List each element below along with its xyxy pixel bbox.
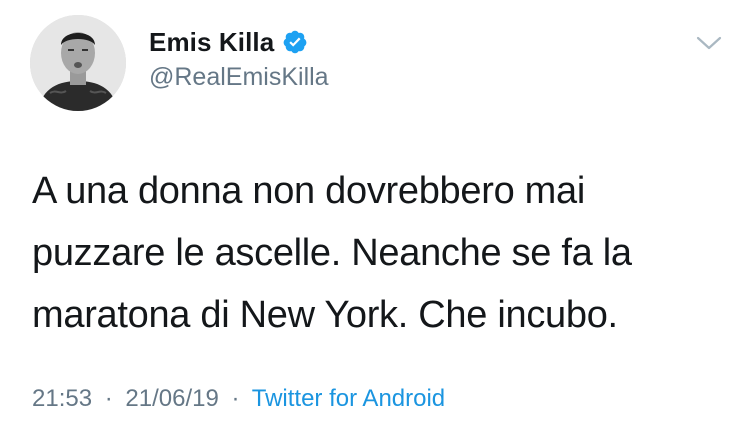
tweet-date[interactable]: 21/06/19 xyxy=(125,385,218,412)
tweet-line: maratona di New York. Che incubo. xyxy=(32,294,618,336)
tweet-time[interactable]: 21:53 xyxy=(32,385,92,412)
verified-badge-icon xyxy=(282,29,308,55)
tweet-source-link[interactable]: Twitter for Android xyxy=(252,385,445,412)
meta-separator: · xyxy=(231,385,240,412)
user-handle[interactable]: @RealEmisKilla xyxy=(149,63,329,92)
tweet-line: puzzare le ascelle. Neanche se fa la xyxy=(32,232,632,274)
avatar[interactable] xyxy=(30,15,126,111)
chevron-down-icon[interactable] xyxy=(694,30,724,56)
display-name[interactable]: Emis Killa xyxy=(149,27,274,58)
tweet-text: A una donna non dovrebbero mai puzzare l… xyxy=(32,160,732,346)
name-row: Emis Killa xyxy=(149,26,308,58)
tweet-line: A una donna non dovrebbero mai xyxy=(32,170,585,212)
tweet-meta: 21:53 · 21/06/19 · Twitter for Android xyxy=(32,385,445,413)
avatar-image xyxy=(30,15,126,111)
tweet-card: Emis Killa @RealEmisKilla A una donna no… xyxy=(0,0,750,445)
meta-separator: · xyxy=(104,385,113,412)
